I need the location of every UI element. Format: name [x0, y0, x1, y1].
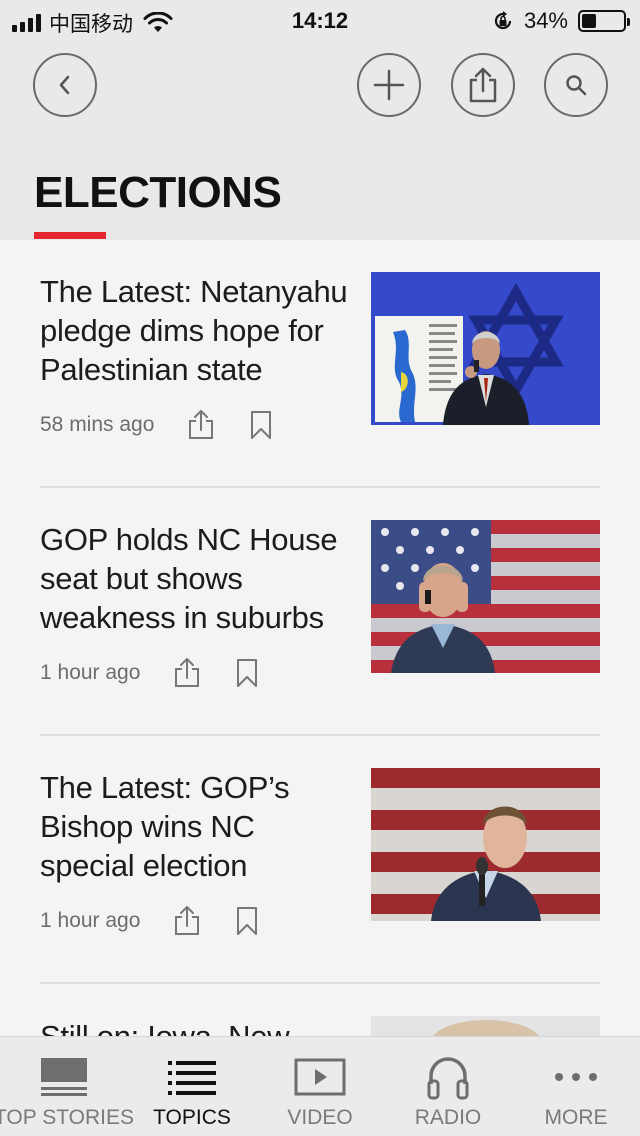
tab-label: RADIO — [414, 1106, 482, 1129]
tab-label: VIDEO — [287, 1106, 353, 1129]
divider — [40, 982, 600, 984]
article-thumbnail[interactable] — [371, 520, 600, 673]
article-item[interactable]: The Latest: GOP’s Bishop wins NC special… — [40, 768, 600, 935]
article-item[interactable]: Still on: Iowa, New — [40, 1016, 600, 1036]
bookmark-icon[interactable] — [236, 906, 258, 936]
bookmark-icon[interactable] — [236, 658, 258, 688]
more-icon — [554, 1051, 598, 1103]
battery-icon — [578, 10, 630, 32]
tab-topics[interactable]: TOPICS — [128, 1037, 256, 1136]
tab-top-stories[interactable]: TOP STORIES — [0, 1037, 134, 1136]
share-button[interactable] — [451, 53, 515, 117]
status-right: 34% — [492, 8, 630, 34]
divider — [40, 486, 600, 488]
status-bar: 中国移动 14:12 34% — [0, 0, 640, 40]
article-headline[interactable]: The Latest: Netanyahu pledge dims hope f… — [40, 272, 355, 389]
tab-label: MORE — [544, 1106, 608, 1129]
share-icon[interactable] — [188, 410, 214, 440]
article-headline[interactable]: GOP holds NC House seat but shows weakne… — [40, 520, 355, 637]
chevron-left-icon — [59, 75, 70, 95]
share-icon[interactable] — [174, 906, 200, 936]
title-underline — [34, 232, 106, 239]
back-button[interactable] — [33, 53, 97, 117]
share-icon[interactable] — [174, 658, 200, 688]
article-item[interactable]: GOP holds NC House seat but shows weakne… — [40, 520, 600, 687]
article-thumbnail[interactable] — [371, 1016, 600, 1036]
tab-more[interactable]: MORE — [512, 1037, 640, 1136]
rotation-lock-icon — [494, 11, 512, 30]
top-stories-icon — [40, 1051, 88, 1103]
tab-label: TOP STORIES — [0, 1106, 135, 1129]
add-topic-button[interactable] — [357, 53, 421, 117]
article-timestamp: 1 hour ago — [40, 661, 141, 684]
article-meta: 58 mins ago — [40, 410, 272, 440]
article-timestamp: 1 hour ago — [40, 909, 141, 932]
article-item[interactable]: The Latest: Netanyahu pledge dims hope f… — [40, 272, 600, 439]
page-header: ELECTIONS — [0, 40, 640, 240]
article-meta: 1 hour ago — [40, 906, 258, 936]
bookmark-icon[interactable] — [250, 410, 272, 440]
tab-bar: TOP STORIES TOPICS VIDEO RADIO MORE — [0, 1036, 640, 1136]
share-icon — [469, 67, 497, 103]
page-title: ELECTIONS — [34, 168, 282, 217]
tab-label: TOPICS — [153, 1106, 231, 1129]
battery-percent: 34% — [523, 8, 568, 33]
article-headline[interactable]: Still on: Iowa, New — [40, 1017, 355, 1036]
tab-video[interactable]: VIDEO — [256, 1037, 384, 1136]
article-thumbnail[interactable] — [371, 272, 600, 425]
plus-icon — [373, 69, 405, 101]
article-meta: 1 hour ago — [40, 658, 258, 688]
divider — [40, 734, 600, 736]
topics-icon — [168, 1051, 216, 1103]
tab-radio[interactable]: RADIO — [384, 1037, 512, 1136]
search-icon — [566, 75, 587, 96]
search-button[interactable] — [544, 53, 608, 117]
video-icon — [294, 1051, 346, 1103]
article-headline[interactable]: The Latest: GOP’s Bishop wins NC special… — [40, 768, 355, 885]
article-timestamp: 58 mins ago — [40, 413, 155, 436]
headphones-icon — [425, 1051, 471, 1103]
article-thumbnail[interactable] — [371, 768, 600, 921]
